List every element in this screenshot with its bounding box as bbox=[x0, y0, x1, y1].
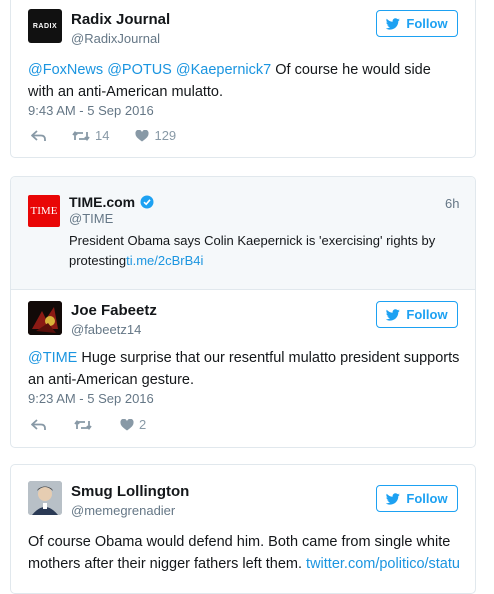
like-button[interactable]: 129 bbox=[135, 128, 176, 143]
retweet-button[interactable]: 14 bbox=[72, 128, 109, 143]
author-handle[interactable]: @RadixJournal bbox=[71, 31, 160, 46]
follow-button[interactable]: Follow bbox=[376, 10, 458, 37]
reply-button[interactable] bbox=[31, 129, 46, 142]
author-handle[interactable]: @memegrenadier bbox=[71, 503, 175, 518]
author-name[interactable]: Radix Journal bbox=[71, 11, 170, 28]
follow-label: Follow bbox=[406, 307, 448, 322]
avatar-logo-text: RADIX bbox=[32, 22, 58, 30]
twitter-bird-icon bbox=[386, 492, 401, 505]
follow-label: Follow bbox=[406, 16, 448, 31]
tweet-text: @TIME Huge surprise that our resentful m… bbox=[28, 347, 468, 391]
retweet-icon bbox=[72, 130, 90, 141]
reply-icon bbox=[31, 418, 46, 430]
follow-label: Follow bbox=[406, 491, 448, 506]
tweet-card: TIME TIME.com @TIME 6h President Obama s… bbox=[10, 176, 476, 448]
like-count: 129 bbox=[154, 128, 177, 143]
quoted-tweet[interactable]: TIME TIME.com @TIME 6h President Obama s… bbox=[11, 177, 475, 290]
reply-button[interactable] bbox=[31, 418, 46, 431]
avatar[interactable]: RADIX bbox=[28, 9, 62, 43]
mention-link[interactable]: @TIME bbox=[28, 350, 77, 366]
follow-button[interactable]: Follow bbox=[376, 301, 458, 328]
author-name[interactable]: Joe Fabeetz bbox=[71, 302, 157, 319]
avatar[interactable] bbox=[28, 481, 62, 515]
twitter-bird-icon bbox=[386, 308, 401, 321]
like-button[interactable]: 2 bbox=[120, 417, 146, 432]
twitter-bird-icon bbox=[386, 17, 401, 30]
retweet-button[interactable] bbox=[74, 419, 92, 431]
tweet-link[interactable]: twitter.com/politico/statu bbox=[306, 556, 460, 572]
heart-icon bbox=[120, 418, 134, 430]
author-name[interactable]: Smug Lollington bbox=[71, 483, 189, 500]
quoted-text: President Obama says Colin Kaepernick is… bbox=[69, 231, 469, 271]
tweet-actions: 2 bbox=[31, 417, 146, 432]
tweet-text: @FoxNews @POTUS @Kaepernick7 Of course h… bbox=[28, 59, 458, 103]
like-count: 2 bbox=[139, 417, 147, 432]
verified-badge-icon bbox=[140, 195, 154, 209]
tweet-text: Of course Obama would defend him. Both c… bbox=[28, 531, 472, 575]
tweet-actions: 14 129 bbox=[31, 128, 176, 143]
time-ago[interactable]: 6h bbox=[445, 196, 459, 211]
author-name[interactable]: TIME.com bbox=[69, 194, 154, 210]
avatar[interactable]: TIME bbox=[28, 195, 60, 227]
timestamp[interactable]: 9:23 AM - 5 Sep 2016 bbox=[28, 391, 154, 406]
tweet-card: Smug Lollington @memegrenadier Follow Of… bbox=[10, 464, 476, 594]
retweet-icon bbox=[74, 419, 92, 430]
retweet-count: 14 bbox=[95, 128, 110, 143]
follow-button[interactable]: Follow bbox=[376, 485, 458, 512]
timestamp[interactable]: 9:43 AM - 5 Sep 2016 bbox=[28, 103, 154, 118]
mention-link[interactable]: @FoxNews bbox=[28, 62, 103, 78]
quoted-body: President Obama says Colin Kaepernick is… bbox=[69, 233, 436, 268]
mention-link[interactable]: @Kaepernick7 bbox=[176, 62, 271, 78]
reply-icon bbox=[31, 129, 46, 141]
author-handle[interactable]: @fabeetz14 bbox=[71, 322, 141, 337]
avatar-image bbox=[28, 301, 62, 335]
avatar-logo-text: TIME bbox=[30, 205, 58, 217]
heart-icon bbox=[135, 129, 149, 141]
avatar[interactable] bbox=[28, 301, 62, 335]
quoted-author-name: TIME.com bbox=[69, 194, 136, 210]
mention-link[interactable]: @POTUS bbox=[107, 62, 172, 78]
quoted-link[interactable]: ti.me/2cBrB4i bbox=[126, 253, 203, 268]
author-handle[interactable]: @TIME bbox=[69, 211, 113, 226]
avatar-image bbox=[28, 481, 62, 515]
tweet-body: Huge surprise that our resentful mulatto… bbox=[28, 350, 460, 388]
tweet-card: RADIX Radix Journal @RadixJournal Follow… bbox=[10, 0, 476, 158]
